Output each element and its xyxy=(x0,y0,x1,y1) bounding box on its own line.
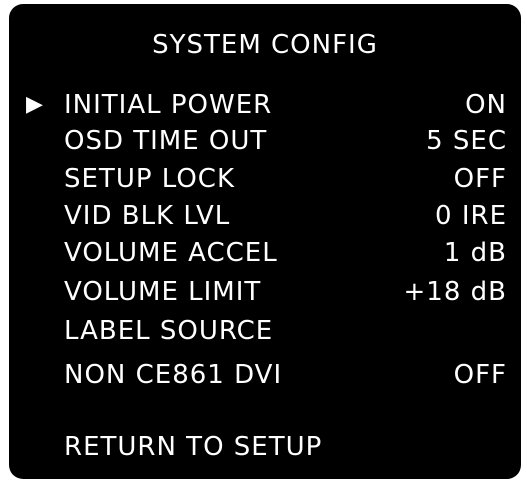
return-to-setup-label: RETURN TO SETUP xyxy=(64,432,323,462)
osd-menu-panel: SYSTEM CONFIG ▶ INITIAL POWER ON OSD TIM… xyxy=(9,4,521,479)
menu-item-value: 1 dB xyxy=(443,238,507,268)
menu-title: SYSTEM CONFIG xyxy=(152,30,378,60)
menu-item-value: OFF xyxy=(453,360,507,390)
menu-item-label-source[interactable]: LABEL SOURCE xyxy=(9,314,521,348)
menu-item-label: VOLUME ACCEL xyxy=(64,238,278,268)
menu-item-volume-accel[interactable]: VOLUME ACCEL 1 dB xyxy=(9,236,521,270)
menu-item-label: INITIAL POWER xyxy=(64,90,273,120)
return-to-setup-item[interactable]: RETURN TO SETUP xyxy=(9,430,521,464)
menu-item-volume-limit[interactable]: VOLUME LIMIT +18 dB xyxy=(9,275,521,309)
menu-item-value: ON xyxy=(465,90,507,120)
menu-item-label: NON CE861 DVI xyxy=(64,360,283,390)
menu-item-label: VOLUME LIMIT xyxy=(64,277,262,307)
menu-item-non-ce861-dvi[interactable]: NON CE861 DVI OFF xyxy=(9,358,521,392)
menu-item-label: LABEL SOURCE xyxy=(64,316,274,346)
menu-item-osd-time-out[interactable]: OSD TIME OUT 5 SEC xyxy=(9,124,521,158)
menu-item-setup-lock[interactable]: SETUP LOCK OFF xyxy=(9,162,521,196)
menu-item-label: OSD TIME OUT xyxy=(64,126,268,156)
menu-item-value: 5 SEC xyxy=(426,126,507,156)
menu-item-value: +18 dB xyxy=(403,277,507,307)
menu-item-vid-blk-lvl[interactable]: VID BLK LVL 0 IRE xyxy=(9,199,521,233)
selection-cursor-icon: ▶ xyxy=(26,92,44,117)
menu-item-label: SETUP LOCK xyxy=(64,164,236,194)
menu-item-initial-power[interactable]: ▶ INITIAL POWER ON xyxy=(9,88,521,122)
menu-item-value: 0 IRE xyxy=(435,201,507,231)
menu-item-value: OFF xyxy=(453,164,507,194)
menu-item-label: VID BLK LVL xyxy=(64,201,231,231)
